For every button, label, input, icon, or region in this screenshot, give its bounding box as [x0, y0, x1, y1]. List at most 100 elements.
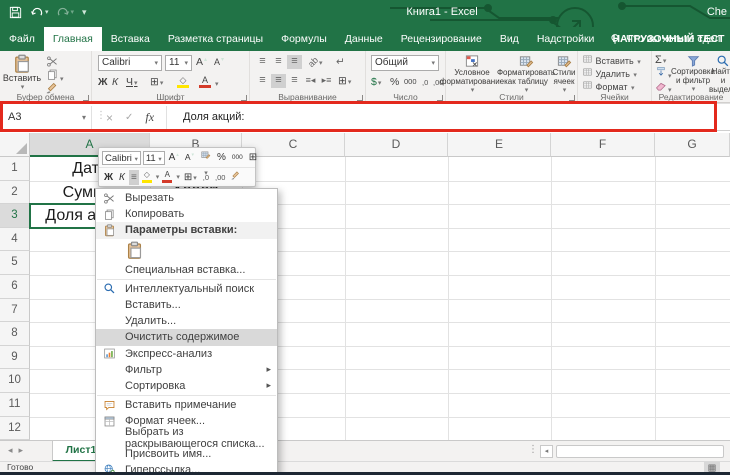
- tab-view[interactable]: Вид: [491, 27, 528, 51]
- tab-formulas[interactable]: Формулы: [272, 27, 336, 51]
- context-menu-item-insert[interactable]: Вставить...: [96, 297, 277, 313]
- mini-fill-color-button[interactable]: ◇: [141, 171, 153, 183]
- undo-button[interactable]: ▾: [30, 6, 49, 20]
- row-header-7[interactable]: 7: [0, 299, 30, 323]
- context-menu-item-quick-analysis[interactable]: Экспресс-анализ: [96, 346, 277, 362]
- orientation-button[interactable]: ab▾: [308, 57, 323, 67]
- mini-font-name-combo[interactable]: Calibri ▾: [102, 151, 141, 165]
- sort-filter-button[interactable]: Сортировка и фильтр▾: [678, 54, 708, 93]
- name-box[interactable]: A3▾: [0, 106, 92, 129]
- decrease-indent-button[interactable]: ≡◂: [303, 74, 318, 88]
- align-left-button[interactable]: ≡: [255, 74, 270, 88]
- select-all-corner[interactable]: [0, 133, 30, 157]
- row-header-10[interactable]: 10: [0, 369, 30, 393]
- mini-bold-button[interactable]: Ж: [102, 170, 115, 185]
- save-button[interactable]: [8, 5, 23, 20]
- row-header-2[interactable]: 2: [0, 181, 30, 205]
- align-right-button[interactable]: ≡: [287, 74, 302, 88]
- tab-data[interactable]: Данные: [336, 27, 392, 51]
- context-menu-item-pick-from-list[interactable]: Выбрать из раскрывающегося списка...: [96, 429, 277, 445]
- context-menu-item-smart-lookup[interactable]: Интеллектуальный поиск: [96, 281, 277, 297]
- row-header-6[interactable]: 6: [0, 275, 30, 299]
- mini-comma-button[interactable]: 000: [230, 150, 245, 165]
- column-header-F[interactable]: F: [551, 133, 655, 157]
- find-select-button[interactable]: Найти и выдели: [710, 54, 730, 95]
- mini-increase-decimal-button[interactable]: ,0: [201, 170, 211, 185]
- mini-accounting-button[interactable]: ▾: [198, 150, 213, 165]
- clipboard-dialog-launcher[interactable]: [83, 95, 89, 101]
- align-center-button[interactable]: ≡: [271, 74, 286, 88]
- increase-indent-button[interactable]: ▸≡: [319, 74, 334, 88]
- customize-qat-button[interactable]: ▾: [81, 9, 87, 16]
- delete-cells-button[interactable]: Удалить ▾: [582, 67, 637, 81]
- merge-center-button[interactable]: ⊞▾: [338, 74, 351, 88]
- font-color-button[interactable]: А: [198, 76, 212, 88]
- cell-styles-button[interactable]: Стили ячеек▾: [550, 54, 578, 94]
- paste-button[interactable]: Вставить ▾: [4, 54, 40, 91]
- mini-font-size-combo[interactable]: 11 ▾: [143, 151, 165, 165]
- redo-dropdown-icon[interactable]: ▾: [71, 9, 75, 16]
- font-size-combo[interactable]: 11▾: [165, 55, 192, 71]
- row-header-8[interactable]: 8: [0, 322, 30, 346]
- row-header-12[interactable]: 12: [0, 417, 30, 441]
- name-box-splitter[interactable]: ⋮: [96, 110, 106, 121]
- mini-format-painter-button[interactable]: [229, 170, 243, 185]
- context-menu-item-cut[interactable]: Вырезать: [96, 190, 277, 206]
- number-format-combo[interactable]: Общий▾: [371, 55, 439, 71]
- confirm-entry-icon[interactable]: ✓: [125, 112, 133, 123]
- accounting-format-button[interactable]: $▾: [371, 75, 381, 89]
- comma-style-button[interactable]: 000: [404, 75, 417, 89]
- bottom-align-button[interactable]: ≡: [287, 55, 302, 69]
- autosum-button[interactable]: Σ▾: [655, 53, 666, 67]
- tab-page-layout[interactable]: Разметка страницы: [159, 27, 272, 51]
- context-menu-item-sort[interactable]: Сортировка▸: [96, 378, 277, 394]
- row-header-9[interactable]: 9: [0, 346, 30, 370]
- context-menu-item-insert-comment[interactable]: Вставить примечание: [96, 397, 277, 413]
- context-menu-item-clear-contents[interactable]: Очистить содержимое: [96, 329, 277, 345]
- mini-italic-button[interactable]: К: [117, 170, 127, 185]
- grow-font-button[interactable]: А▴: [196, 55, 207, 69]
- column-header-E[interactable]: E: [448, 133, 551, 157]
- formula-content[interactable]: Доля акций:: [183, 104, 244, 130]
- context-menu-item-paste-special[interactable]: Специальная вставка...: [96, 262, 277, 278]
- middle-align-button[interactable]: ≡: [271, 55, 286, 69]
- row-header-11[interactable]: 11: [0, 393, 30, 417]
- mini-font-color-button[interactable]: А: [161, 171, 173, 183]
- borders-button[interactable]: ⊞▾: [150, 75, 163, 89]
- insert-function-icon[interactable]: fx: [145, 110, 154, 125]
- insert-cells-button[interactable]: Вставить ▾: [582, 54, 641, 68]
- column-header-G[interactable]: G: [655, 133, 730, 157]
- tab-addins[interactable]: Надстройки: [528, 27, 604, 51]
- mini-shrink-font-button[interactable]: А▾: [183, 150, 196, 165]
- undo-dropdown-icon[interactable]: ▾: [45, 9, 49, 16]
- row-header-3[interactable]: 3: [0, 204, 30, 228]
- horizontal-scrollbar[interactable]: [556, 445, 724, 458]
- format-as-table-button[interactable]: Форматировать как таблицу▾: [498, 54, 554, 94]
- name-box-dropdown-icon[interactable]: ▾: [82, 106, 86, 129]
- mini-percent-button[interactable]: %: [215, 150, 228, 165]
- font-dialog-launcher[interactable]: [241, 95, 247, 101]
- italic-button[interactable]: К: [112, 76, 118, 88]
- tell-me-box[interactable]: Что вы хотите сдел: [608, 27, 730, 51]
- redo-button[interactable]: ▾: [56, 6, 75, 20]
- sheet-nav-arrows[interactable]: ◂▸: [8, 445, 29, 456]
- row-header-1[interactable]: 1: [0, 157, 30, 181]
- row-header-4[interactable]: 4: [0, 228, 30, 252]
- mini-decrease-decimal-button[interactable]: ,00: [213, 170, 227, 185]
- styles-dialog-launcher[interactable]: [569, 95, 575, 101]
- number-dialog-launcher[interactable]: [437, 95, 443, 101]
- tab-file[interactable]: Файл: [0, 27, 44, 51]
- tab-insert[interactable]: Вставка: [102, 27, 159, 51]
- mini-merge-button[interactable]: ⊞: [247, 150, 259, 165]
- tab-home[interactable]: Главная: [44, 27, 102, 51]
- tab-splitter[interactable]: ⋮: [528, 444, 538, 455]
- mini-align-center-button[interactable]: ≡: [129, 170, 139, 185]
- cancel-entry-icon[interactable]: ×: [106, 111, 113, 125]
- mini-borders-button[interactable]: ⊞▾: [182, 170, 199, 185]
- context-menu-item-paste-options[interactable]: Параметры вставки:: [96, 222, 277, 238]
- alignment-dialog-launcher[interactable]: [357, 95, 363, 101]
- font-name-combo[interactable]: Calibri▾: [98, 55, 162, 71]
- bold-button[interactable]: Ж: [98, 76, 108, 88]
- column-header-D[interactable]: D: [345, 133, 448, 157]
- mini-grow-font-button[interactable]: А▴: [167, 150, 181, 165]
